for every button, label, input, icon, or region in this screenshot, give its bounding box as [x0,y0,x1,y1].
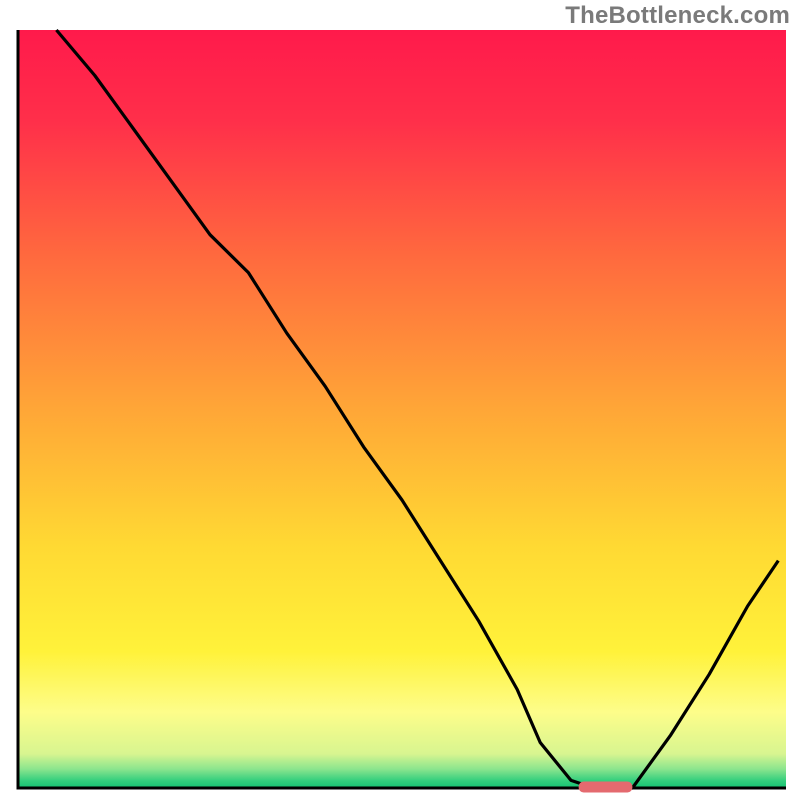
chart-frame: TheBottleneck.com [0,0,800,800]
plot-background [18,30,786,788]
optimum-marker [579,782,633,793]
bottleneck-chart [0,0,800,800]
